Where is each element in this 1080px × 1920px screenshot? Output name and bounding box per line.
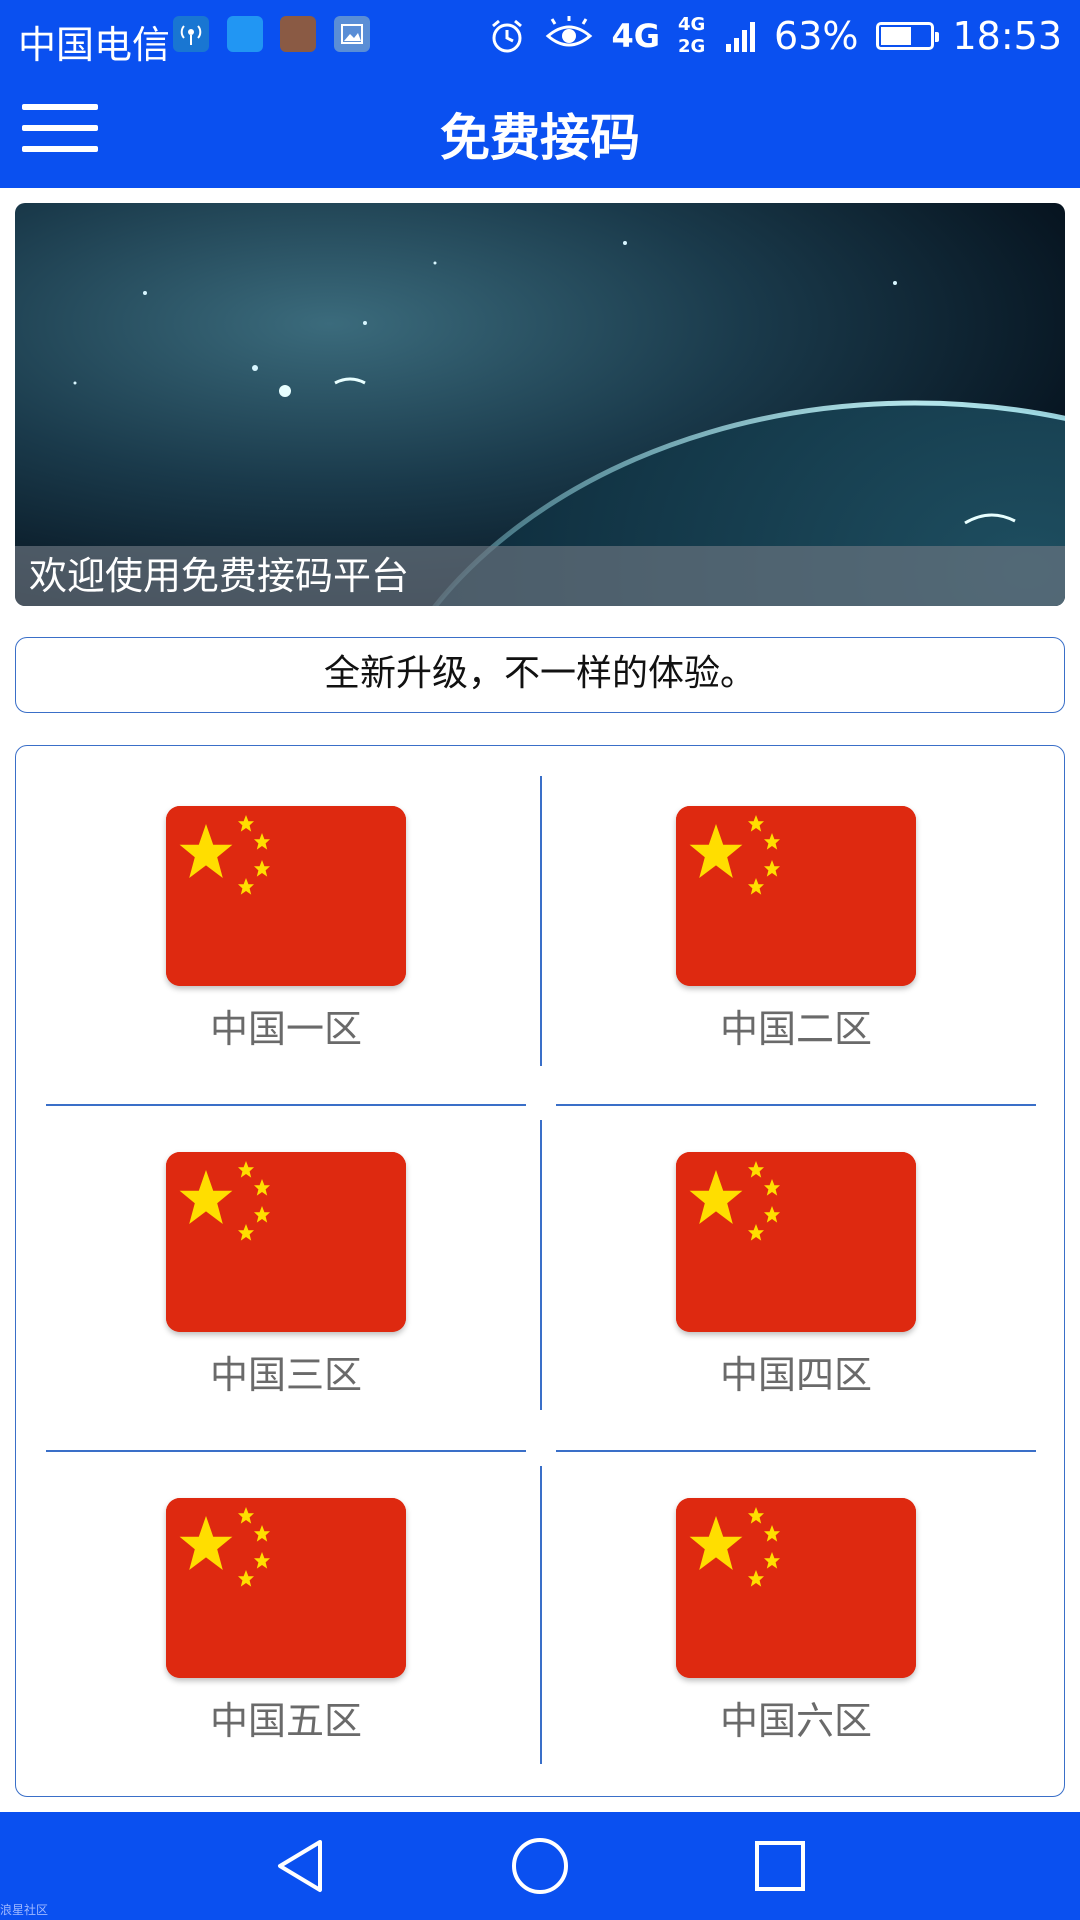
banner-caption: 欢迎使用免费接码平台	[15, 546, 1065, 606]
battery-icon	[876, 22, 940, 50]
alarm-icon	[492, 19, 523, 53]
china-flag-icon	[676, 1152, 916, 1332]
region-label: 中国六区	[719, 1699, 872, 1743]
clock: 18:53	[952, 14, 1062, 58]
network-4g2g-label: 4G 2G	[678, 14, 706, 57]
china-flag-icon	[676, 806, 916, 986]
region-label: 中国四区	[719, 1353, 872, 1397]
gallery-notification-icon	[334, 16, 370, 52]
grid-divider-horizontal	[46, 1104, 526, 1106]
china-flag-icon	[676, 1498, 916, 1678]
region-card[interactable]: 中国二区	[526, 776, 1066, 1076]
region-label: 中国一区	[209, 1007, 362, 1051]
game-notification-icon	[280, 16, 316, 52]
status-bar: 中国电信 4G 4G 2G 63% 18:53	[0, 0, 1080, 76]
region-card[interactable]: 中国三区	[16, 1122, 556, 1422]
battery-fill	[881, 27, 912, 45]
recents-square-icon[interactable]	[750, 1836, 810, 1896]
region-label: 中国二区	[719, 1007, 872, 1051]
app-bar: 免费接码	[0, 76, 1080, 188]
network-4g-label: 4G	[611, 17, 661, 55]
region-card[interactable]: 中国一区	[16, 776, 556, 1076]
region-card[interactable]: 中国五区	[16, 1468, 556, 1768]
china-flag-icon	[166, 1152, 406, 1332]
china-flag-icon	[166, 806, 406, 986]
back-triangle-icon[interactable]	[270, 1836, 330, 1896]
page-title: 免费接码	[440, 109, 640, 167]
system-nav-bar: 浪星社区	[0, 1812, 1080, 1920]
region-label: 中国五区	[209, 1699, 362, 1743]
grid-divider-horizontal	[46, 1450, 526, 1452]
home-circle-icon[interactable]	[510, 1836, 570, 1896]
eye-comfort-icon	[546, 16, 593, 47]
signal-icon	[726, 22, 756, 52]
grid-divider-horizontal	[556, 1450, 1036, 1452]
region-grid: 中国一区 中国二区 中国三区 中国四区 中国五区 中国六区	[15, 745, 1065, 1797]
region-card[interactable]: 中国四区	[526, 1122, 1066, 1422]
grid-divider-horizontal	[556, 1104, 1036, 1106]
carrier-name: 中国电信	[18, 23, 171, 67]
announcement-box: 全新升级，不一样的体验。	[15, 637, 1065, 713]
status-right-group: 4G 4G 2G 63% 18:53	[487, 14, 1062, 58]
region-card[interactable]: 中国六区	[526, 1468, 1066, 1768]
app-notification-icon	[227, 16, 263, 52]
region-label: 中国三区	[209, 1353, 362, 1397]
battery-percent: 63%	[774, 14, 859, 58]
china-flag-icon	[166, 1498, 406, 1678]
watermark: 浪星社区	[0, 1903, 49, 1917]
hotspot-icon	[173, 16, 209, 52]
banner-image[interactable]: 欢迎使用免费接码平台	[15, 203, 1065, 606]
